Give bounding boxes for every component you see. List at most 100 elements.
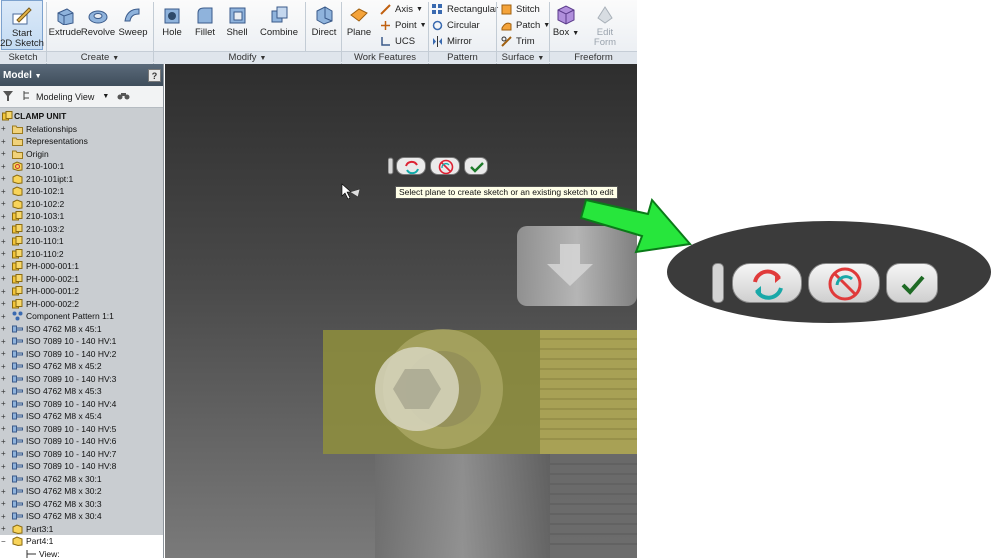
- expand-icon[interactable]: +: [1, 137, 8, 146]
- tree-item[interactable]: View:: [0, 547, 163, 558]
- point-button[interactable]: Point ▼: [380, 18, 427, 33]
- expand-icon[interactable]: +: [1, 237, 8, 246]
- browser-title[interactable]: Model ▼: [3, 70, 42, 81]
- expand-icon[interactable]: +: [1, 187, 8, 196]
- expand-icon[interactable]: +: [1, 399, 8, 408]
- tree-item[interactable]: + PH-000-001:2: [0, 285, 163, 298]
- tree-item[interactable]: +210-110:1: [0, 235, 163, 248]
- tree-item[interactable]: + Representations: [0, 135, 163, 148]
- zoom-grip-handle[interactable]: [712, 263, 724, 303]
- trim-button[interactable]: Trim: [501, 34, 535, 49]
- chevron-down-icon[interactable]: ▼: [112, 55, 119, 62]
- tree-item[interactable]: + Relationships: [0, 123, 163, 136]
- tree-item[interactable]: + Part3:1: [0, 523, 163, 536]
- tree-item[interactable]: + ISO 7089 10 - 140 HV:2: [0, 348, 163, 361]
- chevron-down-icon[interactable]: ▼: [416, 6, 423, 13]
- help-icon[interactable]: ?: [148, 68, 161, 82]
- expand-icon[interactable]: +: [1, 524, 8, 533]
- tree-item[interactable]: + Origin: [0, 148, 163, 161]
- zoom-cancel-button[interactable]: [808, 263, 880, 303]
- tree-item[interactable]: CLAMP UNIT: [0, 110, 163, 123]
- tree-item[interactable]: + ISO 7089 10 - 140 HV:5: [0, 423, 163, 436]
- tree-item[interactable]: + ISO 4762 M8 x 45:3: [0, 385, 163, 398]
- tree-item[interactable]: +210-102:1: [0, 185, 163, 198]
- expand-icon[interactable]: +: [1, 362, 8, 371]
- accept-sketch-button[interactable]: [464, 157, 488, 175]
- expand-icon[interactable]: +: [1, 312, 8, 321]
- expand-icon[interactable]: +: [1, 424, 8, 433]
- expand-icon[interactable]: +: [1, 487, 8, 496]
- toolbar-grip-handle[interactable]: [387, 157, 394, 175]
- mirror-button[interactable]: Mirror: [432, 34, 472, 49]
- expand-icon[interactable]: +: [1, 337, 8, 346]
- revolve-button[interactable]: Revolve: [81, 0, 115, 50]
- expand-icon[interactable]: +: [1, 287, 8, 296]
- tree-item[interactable]: +210-101ipt:1: [0, 173, 163, 186]
- refresh-sketch-button[interactable]: [396, 157, 426, 175]
- expand-icon[interactable]: +: [1, 212, 8, 221]
- tree-item[interactable]: + ISO 7089 10 - 140 HV:4: [0, 398, 163, 411]
- filter-icon[interactable]: [2, 90, 14, 104]
- expand-icon[interactable]: +: [1, 474, 8, 483]
- cancel-sketch-button[interactable]: [430, 157, 460, 175]
- expand-icon[interactable]: +: [1, 462, 8, 471]
- chevron-down-icon[interactable]: ▼: [537, 55, 544, 62]
- expand-icon[interactable]: +: [1, 174, 8, 183]
- expand-icon[interactable]: +: [1, 262, 8, 271]
- circular-pattern-button[interactable]: Circular: [432, 18, 480, 33]
- tree-item[interactable]: + ISO 4762 M8 x 45:2: [0, 360, 163, 373]
- collapse-icon[interactable]: −: [1, 537, 8, 546]
- expand-icon[interactable]: +: [1, 224, 8, 233]
- zoom-accept-button[interactable]: [886, 263, 938, 303]
- tree-item[interactable]: + ISO 7089 10 - 140 HV:1: [0, 335, 163, 348]
- expand-icon[interactable]: +: [1, 349, 8, 358]
- tree-item[interactable]: +210-103:2: [0, 223, 163, 236]
- tree-item[interactable]: + ISO 7089 10 - 140 HV:7: [0, 448, 163, 461]
- hole-button[interactable]: Hole: [158, 0, 186, 50]
- expand-icon[interactable]: +: [1, 249, 8, 258]
- tree-item[interactable]: + PH-000-002:1: [0, 273, 163, 286]
- box-button[interactable]: Box ▼: [552, 0, 580, 50]
- plane-button[interactable]: Plane: [345, 0, 373, 50]
- chevron-down-icon[interactable]: ▼: [420, 22, 427, 29]
- tree-item[interactable]: + ISO 4762 M8 x 30:2: [0, 485, 163, 498]
- expand-icon[interactable]: +: [1, 412, 8, 421]
- chevron-down-icon[interactable]: ▼: [572, 30, 579, 37]
- sweep-button[interactable]: Sweep: [118, 0, 148, 50]
- patch-button[interactable]: Patch ▼: [501, 18, 550, 33]
- expand-icon[interactable]: +: [1, 162, 8, 171]
- zoom-refresh-button[interactable]: [732, 263, 802, 303]
- tree-item[interactable]: +210-110:2: [0, 248, 163, 261]
- tree-item[interactable]: +210-102:2: [0, 198, 163, 211]
- tree-item[interactable]: + ISO 7089 10 - 140 HV:6: [0, 435, 163, 448]
- tree-item[interactable]: + ISO 7089 10 - 140 HV:3: [0, 373, 163, 386]
- tree-item[interactable]: + PH-000-001:1: [0, 260, 163, 273]
- expand-icon[interactable]: +: [1, 387, 8, 396]
- tree-item[interactable]: + ISO 4762 M8 x 30:4: [0, 510, 163, 523]
- expand-icon[interactable]: +: [1, 449, 8, 458]
- tree-item[interactable]: + ISO 4762 M8 x 30:1: [0, 473, 163, 486]
- tree-item[interactable]: + ISO 4762 M8 x 45:4: [0, 410, 163, 423]
- tree-item[interactable]: + ISO 4762 M8 x 45:1: [0, 323, 163, 336]
- combine-button[interactable]: Combine: [259, 0, 299, 50]
- expand-icon[interactable]: +: [1, 512, 8, 521]
- ucs-button[interactable]: UCS: [380, 34, 415, 49]
- binoculars-icon[interactable]: [117, 90, 130, 103]
- tree-item[interactable]: + PH-000-002:2: [0, 298, 163, 311]
- expand-icon[interactable]: +: [1, 374, 8, 383]
- expand-icon[interactable]: +: [1, 299, 8, 308]
- tree-item[interactable]: + ISO 4762 M8 x 30:3: [0, 498, 163, 511]
- rectangular-pattern-button[interactable]: Rectangular: [432, 2, 498, 17]
- expand-icon[interactable]: +: [1, 437, 8, 446]
- tree-item[interactable]: +210-100:1: [0, 160, 163, 173]
- tree-item[interactable]: − Part4:1: [0, 535, 163, 548]
- axis-button[interactable]: Axis ▼: [380, 2, 423, 17]
- stitch-button[interactable]: Stitch: [501, 2, 540, 17]
- chevron-down-icon[interactable]: ▼: [35, 73, 42, 80]
- expand-icon[interactable]: +: [1, 199, 8, 208]
- graphics-viewport[interactable]: Select plane to create sketch or an exis…: [165, 64, 637, 558]
- fillet-button[interactable]: Fillet: [191, 0, 219, 50]
- expand-icon[interactable]: +: [1, 149, 8, 158]
- direct-button[interactable]: Direct: [309, 0, 339, 50]
- expand-icon[interactable]: +: [1, 274, 8, 283]
